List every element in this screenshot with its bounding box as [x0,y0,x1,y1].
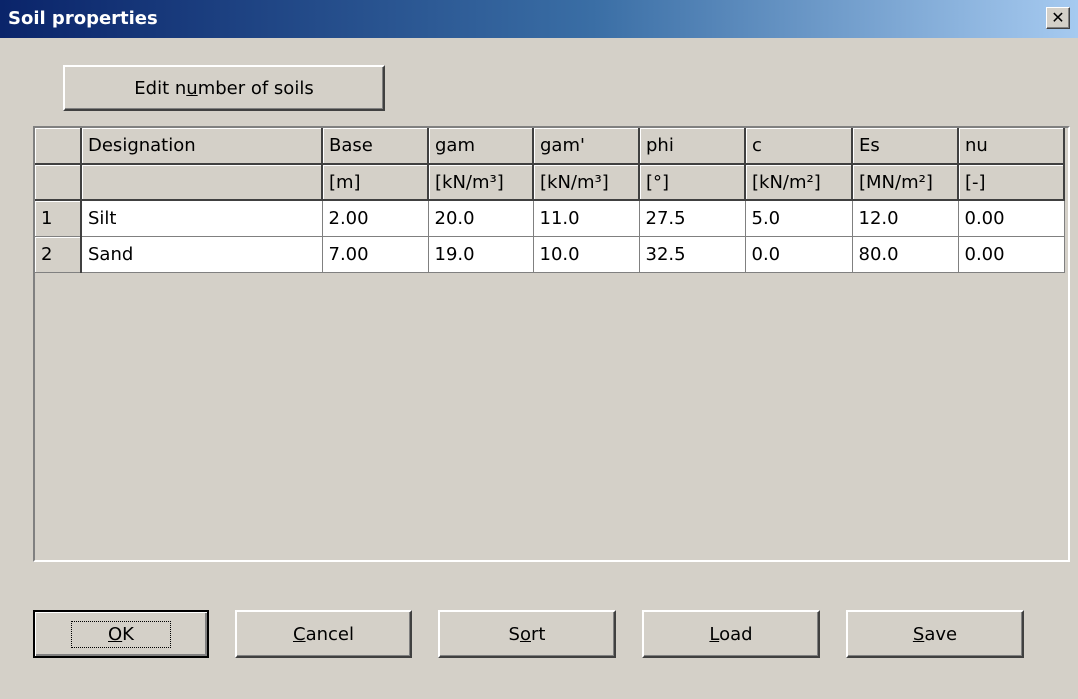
soil-table: Designation Base gam gam' phi c Es nu [m… [35,128,1065,273]
col-header-phi: phi [639,128,746,165]
col-header-gam: gam [428,128,534,165]
table-row[interactable]: 1 Silt 2.00 20.0 11.0 27.5 5.0 12.0 0.00 [35,200,1065,237]
cell-phi[interactable]: 27.5 [639,200,746,237]
soil-properties-grid[interactable]: Designation Base gam gam' phi c Es nu [m… [33,126,1070,562]
ok-button[interactable]: OK [33,610,209,658]
unit-es: [MN/m²] [852,164,959,201]
cell-base[interactable]: 2.00 [322,200,429,237]
unit-phi: [°] [639,164,746,201]
cell-designation[interactable]: Sand [81,236,323,273]
sort-button[interactable]: Sort [438,610,616,658]
cell-gam-prime[interactable]: 10.0 [533,236,640,273]
cell-c[interactable]: 5.0 [745,200,853,237]
col-header-gam-prime: gam' [533,128,640,165]
save-button[interactable]: Save [846,610,1024,658]
cell-gam[interactable]: 20.0 [428,200,534,237]
cell-designation[interactable]: Silt [81,200,323,237]
window-title: Soil properties [8,8,158,29]
col-header-c: c [745,128,853,165]
close-icon: ✕ [1051,8,1065,27]
cell-es[interactable]: 12.0 [852,200,959,237]
cancel-button-label: Cancel [293,623,354,645]
col-header-nu: nu [958,128,1065,165]
cell-es[interactable]: 80.0 [852,236,959,273]
load-button-label: Load [709,623,753,645]
cell-base[interactable]: 7.00 [322,236,429,273]
sort-button-label: Sort [508,623,546,645]
unit-base: [m] [322,164,429,201]
units-row: [m] [kN/m³] [kN/m³] [°] [kN/m²] [MN/m²] … [35,164,1065,201]
save-button-label: Save [912,623,958,645]
edit-button-label: Edit number of soils [134,77,314,99]
cell-nu[interactable]: 0.00 [958,236,1065,273]
cell-gam[interactable]: 19.0 [428,236,534,273]
unit-nu: [-] [958,164,1065,201]
col-header-designation: Designation [81,128,323,165]
title-bar: Soil properties ✕ [0,0,1078,38]
load-button[interactable]: Load [642,610,820,658]
header-row: Designation Base gam gam' phi c Es nu [35,128,1065,165]
row-number[interactable]: 1 [35,200,82,237]
row-number[interactable]: 2 [35,236,82,273]
ok-button-label: OK [71,620,171,648]
cell-phi[interactable]: 32.5 [639,236,746,273]
unit-gam: [kN/m³] [428,164,534,201]
corner-cell [35,164,82,201]
unit-designation [81,164,323,201]
col-header-base: Base [322,128,429,165]
cell-nu[interactable]: 0.00 [958,200,1065,237]
cancel-button[interactable]: Cancel [235,610,412,658]
col-header-es: Es [852,128,959,165]
unit-c: [kN/m²] [745,164,853,201]
close-button[interactable]: ✕ [1046,7,1070,29]
cell-c[interactable]: 0.0 [745,236,853,273]
unit-gam-prime: [kN/m³] [533,164,640,201]
edit-number-of-soils-button[interactable]: Edit number of soils [63,65,385,111]
corner-cell [35,128,82,165]
table-row[interactable]: 2 Sand 7.00 19.0 10.0 32.5 0.0 80.0 0.00 [35,236,1065,273]
cell-gam-prime[interactable]: 11.0 [533,200,640,237]
